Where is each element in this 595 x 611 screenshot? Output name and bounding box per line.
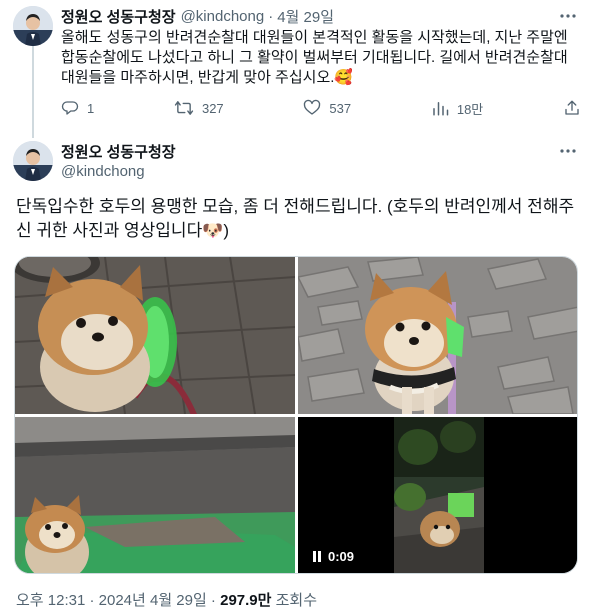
- retweet-count: 327: [201, 100, 224, 116]
- display-name[interactable]: 정원오 성동구청장: [61, 6, 176, 27]
- tweet-date[interactable]: 4월 29일: [277, 6, 334, 27]
- retweet-icon: [174, 101, 194, 115]
- like-button[interactable]: 537: [303, 99, 351, 117]
- tweet-text-body: 단독입수한 호두의 용맹한 모습, 좀 더 전해드립니다. (호두의 반려인께서…: [16, 197, 575, 240]
- photo-1[interactable]: [15, 257, 295, 414]
- view-count: 18만: [456, 101, 484, 117]
- tweet-header: 정원오 성동구청장 @kindchong · 4월 29일: [61, 6, 334, 26]
- share-icon: [565, 100, 579, 115]
- tweet-text-end: ): [223, 221, 230, 240]
- views-button[interactable]: 18만: [431, 99, 483, 118]
- video-player[interactable]: 0:09: [298, 417, 577, 573]
- share-button[interactable]: [563, 99, 581, 117]
- tweet-text: 올해도 성동구의 반려견순찰대 대원들이 본격적인 활동을 시작했는데, 지난 …: [61, 28, 581, 88]
- action-bar: 1 327 537 18만: [61, 97, 581, 119]
- thread-line: [32, 46, 34, 138]
- separator: ·: [268, 7, 274, 25]
- reply-icon: [61, 101, 79, 115]
- more-icon: [560, 149, 576, 153]
- more-button[interactable]: [558, 141, 578, 161]
- views-icon: [433, 102, 449, 116]
- handle[interactable]: @kindchong: [61, 163, 145, 180]
- media-grid: 0:09: [14, 256, 578, 574]
- avatar[interactable]: [13, 141, 53, 181]
- smiling-hearts-emoji: 🥰: [334, 69, 354, 86]
- like-icon: [304, 99, 321, 115]
- photo-3[interactable]: [15, 417, 295, 573]
- tweet-text: 단독입수한 호두의 용맹한 모습, 좀 더 전해드립니다. (호두의 반려인께서…: [16, 195, 582, 243]
- avatar[interactable]: [13, 6, 53, 46]
- more-icon: [560, 14, 576, 18]
- reply-button[interactable]: 1: [61, 99, 94, 117]
- tweet-text-body: 올해도 성동구의 반려견순찰대 대원들이 본격적인 활동을 시작했는데, 지난 …: [61, 29, 568, 86]
- more-button[interactable]: [558, 6, 578, 26]
- tweet-metadata: 오후 12:31 · 2024년 4월 29일 · 297.9만 조회수: [16, 589, 317, 610]
- like-count: 537: [329, 100, 352, 116]
- views-label: 조회수: [271, 592, 318, 609]
- video-duration-badge[interactable]: 0:09: [306, 545, 361, 567]
- display-name[interactable]: 정원오 성동구청장: [61, 141, 176, 162]
- pause-icon: [313, 550, 321, 562]
- reply-count: 1: [87, 100, 95, 116]
- timestamp[interactable]: 오후 12:31 · 2024년 4월 29일 ·: [16, 592, 220, 609]
- dog-face-emoji: 🐶: [202, 221, 224, 240]
- photo-2[interactable]: [298, 257, 577, 414]
- handle[interactable]: @kindchong: [176, 8, 265, 25]
- video-duration: 0:09: [328, 548, 355, 564]
- retweet-button[interactable]: 327: [174, 99, 224, 117]
- views-value: 297.9만: [220, 592, 272, 609]
